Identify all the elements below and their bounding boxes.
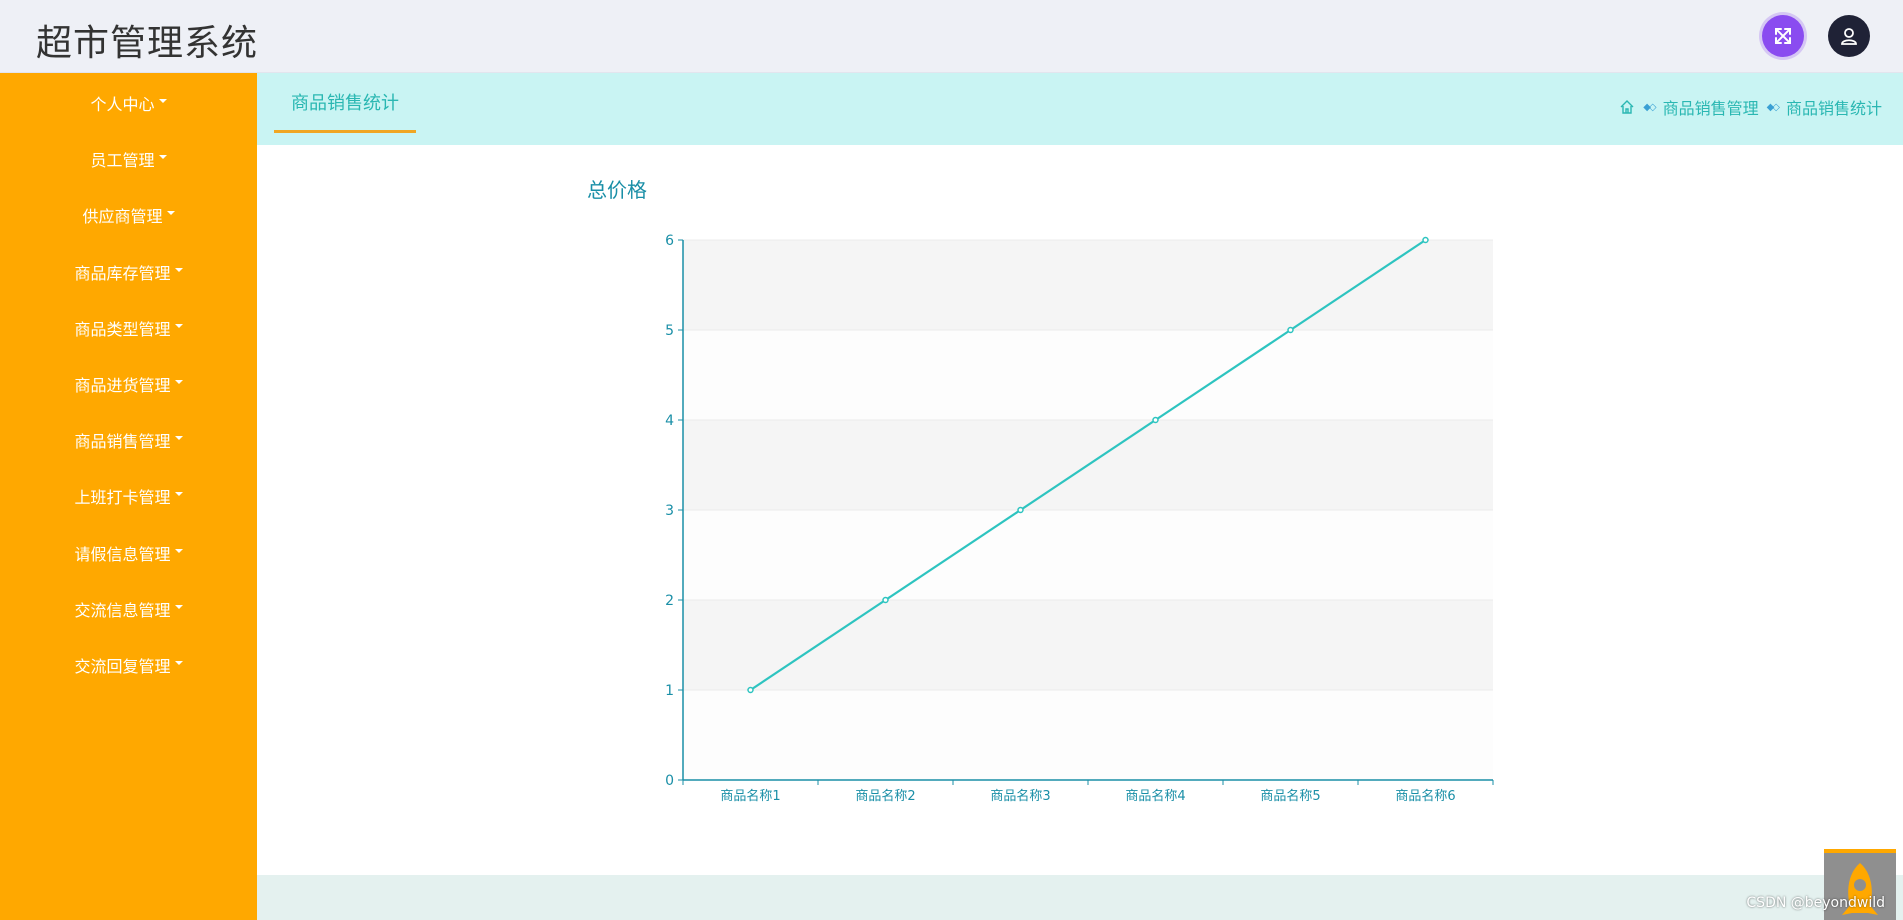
breadcrumb-item[interactable]: 商品销售统计 <box>1786 95 1882 119</box>
fullscreen-icon <box>1775 28 1791 44</box>
sidebar-item-label: 个人中心 <box>90 95 155 115</box>
x-tick-label: 商品名称4 <box>1125 788 1185 804</box>
caret-down-icon <box>174 323 183 328</box>
sidebar-item-label: 供应商管理 <box>82 207 163 227</box>
watermark: CSDN @beyondwild <box>1746 895 1885 911</box>
x-tick-label: 商品名称6 <box>1395 788 1455 804</box>
caret-down-icon <box>158 155 167 160</box>
caret-down-icon <box>166 211 175 216</box>
breadcrumb-item[interactable]: 商品销售管理 <box>1663 95 1759 119</box>
y-tick-label: 2 <box>665 593 674 609</box>
sidebar-item-product-types[interactable]: 商品类型管理 <box>0 300 257 356</box>
y-tick-label: 5 <box>665 323 674 339</box>
sidebar-item-suppliers[interactable]: 供应商管理 <box>0 187 257 243</box>
y-tick-label: 6 <box>665 233 674 249</box>
caret-down-icon <box>174 380 183 385</box>
data-point <box>1152 416 1159 424</box>
y-tick-label: 0 <box>665 773 674 789</box>
grid-band <box>683 240 1493 330</box>
line-chart: 0 1 2 3 4 5 6 商品名称1 商品名称2 商品名称3 商品名称4 商品名称5 商品名称6 <box>665 233 1494 804</box>
caret-down-icon <box>174 548 183 553</box>
sidebar-item-sales[interactable]: 商品销售管理 <box>0 412 257 468</box>
top-header: 超市管理系统 <box>0 0 1903 73</box>
sidebar-item-leave[interactable]: 请假信息管理 <box>0 525 257 581</box>
caret-down-icon <box>174 492 183 497</box>
sidebar-item-inventory[interactable]: 商品库存管理 <box>0 244 257 300</box>
grid-band <box>683 510 1493 600</box>
sidebar-item-label: 请假信息管理 <box>74 544 171 564</box>
footer <box>257 875 1903 920</box>
caret-down-icon <box>174 660 183 665</box>
x-tick-label: 商品名称3 <box>990 788 1050 804</box>
sidebar-item-employees[interactable]: 员工管理 <box>0 131 257 187</box>
data-point <box>1017 506 1024 514</box>
user-button[interactable] <box>1828 15 1870 57</box>
sidebar-item-label: 商品类型管理 <box>74 319 171 339</box>
caret-down-icon <box>174 436 183 441</box>
breadcrumb-separator-icon: ◆◇ <box>1766 101 1780 113</box>
data-point <box>1287 326 1294 334</box>
sidebar-item-purchases[interactable]: 商品进货管理 <box>0 356 257 412</box>
y-tick-label: 3 <box>665 503 674 519</box>
caret-down-icon <box>158 99 167 104</box>
sidebar: 个人中心 员工管理 供应商管理 商品库存管理 商品类型管理 商品进货管理 商品销… <box>0 73 257 920</box>
sidebar-item-label: 上班打卡管理 <box>74 488 171 508</box>
sidebar-item-messages[interactable]: 交流信息管理 <box>0 581 257 637</box>
tab-sales-statistics[interactable]: 商品销售统计 <box>274 73 416 133</box>
data-point <box>747 686 754 694</box>
breadcrumb-separator-icon: ◆◇ <box>1643 101 1656 113</box>
x-tick-label: 商品名称2 <box>855 788 915 804</box>
home-icon[interactable] <box>1619 99 1635 115</box>
data-point <box>1422 236 1429 244</box>
data-point <box>882 596 889 604</box>
user-icon <box>1841 28 1857 45</box>
sidebar-item-label: 商品进货管理 <box>74 376 171 396</box>
y-tick-label: 1 <box>665 683 674 699</box>
tab-bar: 商品销售统计 ◆◇ 商品销售管理 ◆◇ 商品销售统计 <box>257 73 1903 145</box>
caret-down-icon <box>174 604 183 609</box>
grid-band <box>683 600 1493 690</box>
sidebar-item-label: 商品库存管理 <box>74 263 171 283</box>
chart-title: 总价格 <box>587 178 647 202</box>
grid-band <box>683 330 1493 420</box>
grid-band <box>683 690 1493 780</box>
sidebar-item-label: 员工管理 <box>90 151 155 171</box>
sidebar-item-personal-center[interactable]: 个人中心 <box>0 75 257 131</box>
sidebar-item-label: 交流信息管理 <box>74 600 171 620</box>
y-tick-label: 4 <box>665 413 674 429</box>
sidebar-item-label: 交流回复管理 <box>74 656 171 676</box>
fullscreen-button[interactable] <box>1762 15 1804 57</box>
caret-down-icon <box>174 267 183 272</box>
app-title: 超市管理系统 <box>36 23 259 64</box>
sidebar-item-attendance[interactable]: 上班打卡管理 <box>0 468 257 524</box>
breadcrumb: ◆◇ 商品销售管理 ◆◇ 商品销售统计 <box>1619 95 1882 119</box>
sidebar-item-label: 商品销售管理 <box>74 432 171 452</box>
sidebar-item-replies[interactable]: 交流回复管理 <box>0 637 257 693</box>
x-tick-label: 商品名称1 <box>720 788 780 804</box>
x-tick-label: 商品名称5 <box>1260 788 1320 804</box>
